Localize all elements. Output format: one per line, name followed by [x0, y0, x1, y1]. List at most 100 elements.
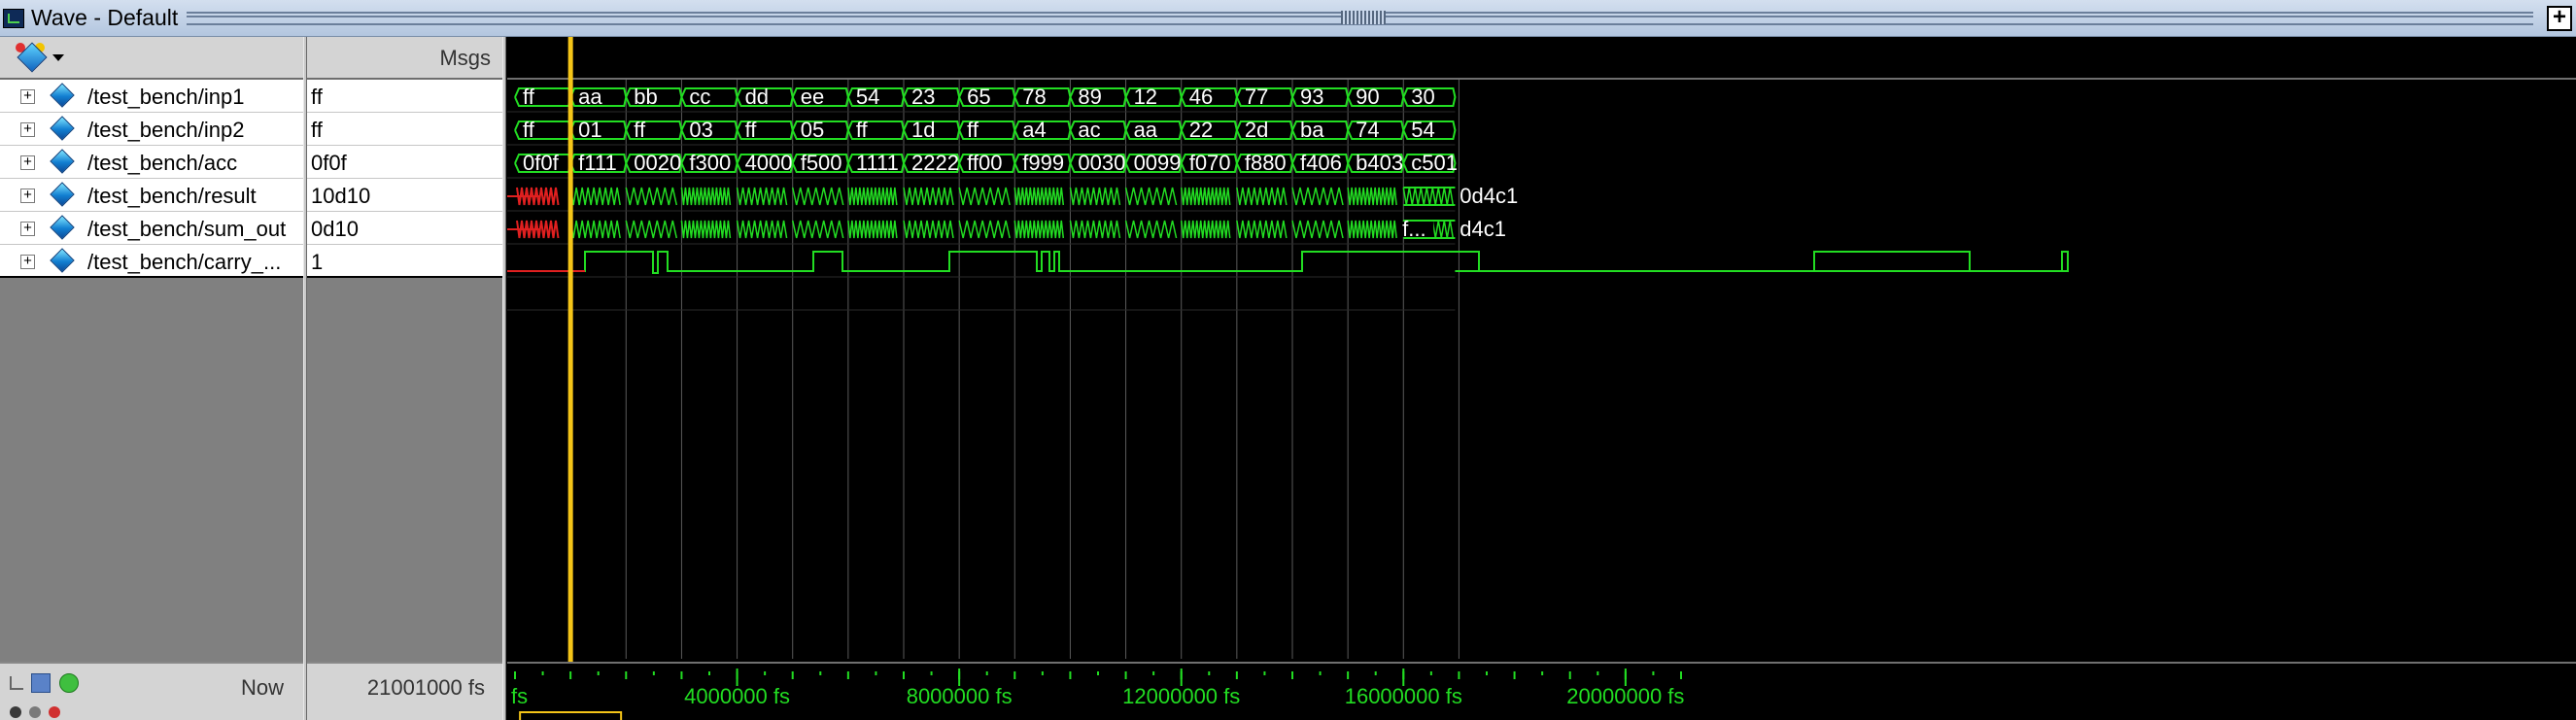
signal-row[interactable]: + /test_bench/acc — [0, 146, 303, 179]
acc-bus-value: 0030 — [1078, 151, 1125, 175]
inp2-bus-value: 2d — [1245, 118, 1268, 142]
inp1-bus-value: 46 — [1189, 85, 1213, 109]
values-header: Msgs — [307, 37, 502, 80]
signal-row[interactable]: + /test_bench/inp2 — [0, 113, 303, 146]
signal-name: /test_bench/inp1 — [87, 85, 245, 109]
undock-button[interactable]: + — [2547, 6, 2572, 31]
expand-icon[interactable]: + — [20, 88, 35, 104]
expand-icon[interactable]: + — [20, 188, 35, 203]
signal-value: 1 — [311, 250, 324, 274]
inp1-bus-value: 12 — [1134, 85, 1157, 109]
result-activity — [1291, 187, 1344, 206]
result-activity — [791, 187, 844, 206]
window-title-bar[interactable]: Wave - Default + — [0, 0, 2576, 37]
sum_out-activity — [736, 220, 788, 239]
acc-bus-value: f111 — [578, 151, 617, 175]
ruler-origin-label: fs — [511, 684, 528, 708]
inp1-bus-value: 23 — [911, 85, 935, 109]
waveform-area[interactable]: ff aa bb cc dd ee 54 23 65 78 89 12 46 77 93 90 30 ff 01 ff… — [507, 37, 2576, 720]
result-activity — [1236, 187, 1288, 206]
signal-row[interactable]: + /test_bench/carry_... — [0, 245, 303, 278]
sum_out-activity — [903, 220, 954, 239]
result-activity — [1124, 187, 1178, 206]
inp1-bus-value: 78 — [1022, 85, 1046, 109]
dock-handle[interactable] — [1341, 11, 1386, 24]
inp1-bus-value: ee — [801, 85, 824, 109]
expand-icon[interactable]: + — [20, 254, 35, 269]
acc-bus-value: f300 — [689, 151, 731, 175]
sum_out-activity — [569, 220, 621, 239]
acc-bus-value: 0f0f — [523, 151, 560, 175]
wave-window-icon[interactable] — [31, 673, 52, 693]
signal-value-row[interactable]: 10d10 — [307, 179, 502, 212]
sum_out-activity — [1291, 220, 1344, 239]
pane-splitter[interactable] — [502, 37, 506, 720]
sum_out-activity — [847, 220, 898, 239]
inp1-bus-value: 90 — [1356, 85, 1379, 109]
signal-value-row[interactable]: ff — [307, 80, 502, 113]
signal-value-row[interactable]: 0d10 — [307, 212, 502, 245]
inp1-bus-value: 65 — [967, 85, 990, 109]
signal-value: 0d10 — [311, 217, 359, 241]
sum_out-activity — [1013, 220, 1065, 239]
signal-tool-icon[interactable] — [16, 42, 49, 73]
sum_out-activity — [791, 220, 844, 239]
result-activity — [1069, 187, 1121, 206]
inp2-bus-value: aa — [1134, 118, 1158, 142]
expand-icon[interactable]: + — [20, 154, 35, 170]
expand-icon[interactable]: + — [20, 121, 35, 137]
signal-icon — [50, 248, 75, 273]
inp1-bus-value: dd — [745, 85, 769, 109]
sum_out-activity — [1347, 220, 1397, 239]
add-icon[interactable] — [58, 673, 79, 693]
acc-bus-value: 4000 — [745, 151, 793, 175]
acc-bus-value: f880 — [1245, 151, 1287, 175]
ruler-label: 4000000 fs — [684, 684, 790, 708]
signal-row[interactable]: + /test_bench/result — [0, 179, 303, 212]
inp2-bus-value: ff — [523, 118, 535, 142]
result-activity — [1180, 187, 1231, 206]
inp2-bus-value: 54 — [1411, 118, 1434, 142]
signal-row[interactable]: + /test_bench/inp1 — [0, 80, 303, 113]
result-activity — [1013, 187, 1065, 206]
acc-bus-value: 0099 — [1134, 151, 1182, 175]
signal-row[interactable]: + /test_bench/sum_out — [0, 212, 303, 245]
waveform-canvas[interactable]: ff aa bb cc dd ee 54 23 65 78 89 12 46 77 93 90 30 ff 01 ff… — [507, 37, 2576, 720]
window-title: Wave - Default — [31, 5, 179, 30]
acc-bus-value: 2222 — [911, 151, 959, 175]
inp1-bus-value: bb — [634, 85, 657, 109]
inp2-bus-value: 03 — [689, 118, 712, 142]
sum_out-undefined-transitions — [516, 220, 560, 239]
sum_out-bus-value: d4c1 — [1460, 217, 1506, 241]
result-activity — [903, 187, 954, 206]
signal-value-row[interactable]: 0f0f — [307, 146, 502, 179]
inp1-bus-value: aa — [578, 85, 602, 109]
inp1-bus-value: ff — [523, 85, 535, 109]
inp2-bus-value: a4 — [1022, 118, 1046, 142]
signal-icon — [50, 116, 75, 141]
inp1-bus-value: 30 — [1411, 85, 1434, 109]
sum_out-bus-value: f... — [1402, 217, 1425, 241]
status-indicators — [10, 706, 87, 720]
ruler-label: 12000000 fs — [1122, 684, 1240, 708]
signal-names-pane: + /test_bench/inp1 + /test_bench/inp2 + /test… — [0, 37, 303, 662]
inp2-bus-value: ff — [856, 118, 869, 142]
msgs-column-label: Msgs — [439, 46, 491, 70]
status-tools: Now — [0, 662, 303, 720]
signal-value-row[interactable]: ff — [307, 113, 502, 146]
chevron-down-icon[interactable] — [52, 54, 64, 61]
zoom-icon[interactable] — [10, 676, 23, 690]
signal-value: ff — [311, 118, 323, 142]
empty-list-area — [307, 278, 502, 662]
result-bus-value: 0d4c1 — [1460, 184, 1518, 208]
result-activity — [1402, 187, 1455, 206]
expand-icon[interactable]: + — [20, 221, 35, 236]
names-header — [0, 37, 303, 80]
inp1-bus-value: cc — [689, 85, 710, 109]
result-activity — [736, 187, 788, 206]
result-undefined-transitions — [516, 187, 560, 206]
result-activity — [680, 187, 732, 206]
ruler-label: 16000000 fs — [1345, 684, 1462, 708]
result-activity — [625, 187, 678, 206]
signal-value-row[interactable]: 1 — [307, 245, 502, 278]
